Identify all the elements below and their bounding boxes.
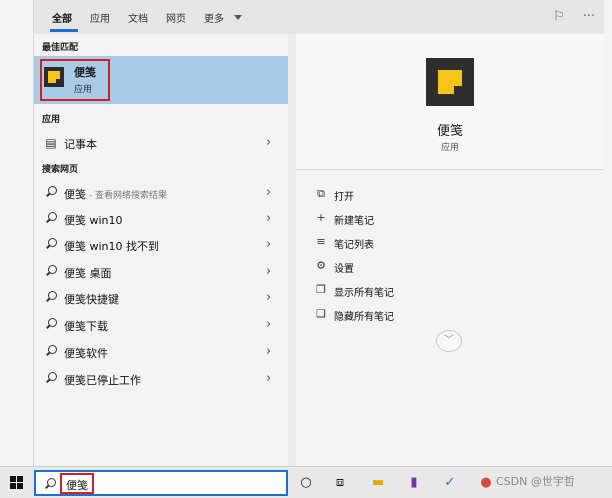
tab-all[interactable]: 全部: [52, 10, 72, 25]
list-item-label: 便笺 win10: [64, 214, 123, 227]
search-icon: [44, 372, 58, 386]
chevron-right-icon[interactable]: ›: [266, 135, 271, 150]
feedback-icon[interactable]: ⚐: [550, 8, 568, 26]
show-notes-icon: ❐: [316, 283, 326, 296]
action-label: 设置: [334, 264, 354, 275]
search-panel: 全部 应用 文档 网页 更多 ⚐ ··· 最佳匹配 便笺 应用 应用 ▤ 记事本…: [34, 0, 604, 466]
tab-more[interactable]: 更多: [204, 10, 224, 25]
tab-apps[interactable]: 应用: [90, 10, 110, 25]
web-heading: 搜索网页: [42, 165, 79, 175]
watermark: CSDN @世宇哲: [496, 475, 575, 488]
list-icon: ≡: [316, 235, 326, 248]
active-tab-indicator: [50, 29, 78, 32]
action-hide-all[interactable]: ❏ 隐藏所有笔记: [314, 304, 514, 324]
best-match-item[interactable]: 便笺 应用: [34, 56, 288, 104]
hide-notes-icon: ❏: [316, 307, 326, 320]
chevron-right-icon[interactable]: ›: [266, 371, 271, 386]
search-icon: [44, 212, 58, 226]
list-item-label: 便笺下载: [64, 320, 108, 333]
search-icon: [44, 265, 58, 279]
list-item-label: 记事本: [64, 138, 97, 151]
desktop-background: [0, 0, 34, 466]
taskbar-search-input[interactable]: 便笺: [34, 470, 288, 496]
apps-heading: 应用: [42, 115, 61, 125]
onenote-icon[interactable]: ▮: [404, 473, 424, 493]
preview-subtitle: 应用: [440, 143, 459, 153]
list-item[interactable]: 便笺 win10 找不到 ›: [34, 232, 288, 258]
todo-icon[interactable]: ✓: [440, 473, 460, 493]
expand-chevron-icon[interactable]: ﹀: [436, 330, 462, 352]
search-icon: [44, 478, 56, 493]
notepad-icon: ▤: [45, 136, 57, 150]
results-list: 最佳匹配 便笺 应用 应用 ▤ 记事本 › 搜索网页 便笺 - 查看网络搜索结果…: [34, 34, 288, 466]
best-match-heading: 最佳匹配: [42, 43, 79, 53]
action-label: 隐藏所有笔记: [334, 312, 394, 323]
list-item-label: 便笺快捷键: [64, 293, 119, 306]
search-icon: [44, 238, 58, 252]
more-options-icon[interactable]: ···: [580, 8, 598, 26]
highlight-box: [60, 473, 94, 494]
action-show-all[interactable]: ❐ 显示所有笔记: [314, 280, 514, 300]
cortana-icon[interactable]: ○: [296, 473, 316, 493]
preview-header: 便笺 应用: [296, 34, 604, 170]
list-item-label: 便笺已停止工作: [64, 374, 141, 387]
action-new-note[interactable]: + 新建笔记: [314, 208, 514, 228]
preview-pane: 便笺 应用 ⧉ 打开 + 新建笔记 ≡ 笔记列表 ⚙ 设置 ❐ 显示所有笔记 ❏…: [296, 34, 604, 466]
search-icon: [44, 186, 58, 200]
list-item[interactable]: 便笺软件 ›: [34, 339, 288, 365]
chevron-down-icon[interactable]: [234, 15, 242, 20]
action-label: 打开: [334, 192, 354, 203]
chevron-right-icon[interactable]: ›: [266, 211, 271, 226]
action-open[interactable]: ⧉ 打开: [314, 184, 514, 204]
chevron-right-icon[interactable]: ›: [266, 264, 271, 279]
sticky-notes-icon: [426, 58, 474, 106]
list-item-suffix: - 查看网络搜索结果: [86, 191, 167, 201]
action-settings[interactable]: ⚙ 设置: [314, 256, 514, 276]
gear-icon: ⚙: [316, 259, 326, 272]
filter-bar: 全部 应用 文档 网页 更多 ⚐ ···: [34, 0, 604, 34]
chevron-right-icon[interactable]: ›: [266, 185, 271, 200]
list-item[interactable]: 便笺 - 查看网络搜索结果 ›: [34, 180, 288, 206]
task-view-icon[interactable]: ⧈: [330, 473, 350, 493]
search-icon: [44, 318, 58, 332]
search-icon: [44, 291, 58, 305]
list-item-label: 便笺 win10 找不到: [64, 240, 160, 253]
action-label: 新建笔记: [334, 216, 374, 227]
chevron-right-icon[interactable]: ›: [266, 237, 271, 252]
list-item[interactable]: 便笺已停止工作 ›: [34, 366, 288, 392]
action-notes-list[interactable]: ≡ 笔记列表: [314, 232, 514, 252]
tab-web[interactable]: 网页: [166, 10, 186, 25]
list-item[interactable]: 便笺快捷键 ›: [34, 285, 288, 311]
tab-documents[interactable]: 文档: [128, 10, 148, 25]
action-label: 显示所有笔记: [334, 288, 394, 299]
taskbar: 便笺 ○ ⧈ ▬ ▮ ✓ ● CSDN @世宇哲: [0, 466, 612, 498]
list-item[interactable]: 便笺 win10 ›: [34, 206, 288, 232]
desktop-background-right: [604, 0, 612, 466]
plus-icon: +: [316, 211, 326, 224]
highlight-box: [40, 59, 110, 101]
action-label: 笔记列表: [334, 240, 374, 251]
chevron-right-icon[interactable]: ›: [266, 290, 271, 305]
chrome-icon[interactable]: ●: [476, 473, 496, 493]
search-icon: [44, 345, 58, 359]
list-item-label: 便笺软件: [64, 347, 108, 360]
chevron-right-icon[interactable]: ›: [266, 344, 271, 359]
file-explorer-icon[interactable]: ▬: [368, 473, 388, 493]
preview-title: 便笺: [436, 124, 463, 139]
windows-start-icon[interactable]: [10, 476, 24, 490]
chevron-right-icon[interactable]: ›: [266, 317, 271, 332]
list-item-label: 便笺 桌面: [64, 267, 112, 280]
list-item[interactable]: ▤ 记事本 ›: [34, 130, 288, 156]
list-item-label: 便笺: [64, 188, 86, 201]
open-icon: ⧉: [317, 187, 325, 200]
list-item[interactable]: 便笺下载 ›: [34, 312, 288, 338]
list-item[interactable]: 便笺 桌面 ›: [34, 259, 288, 285]
